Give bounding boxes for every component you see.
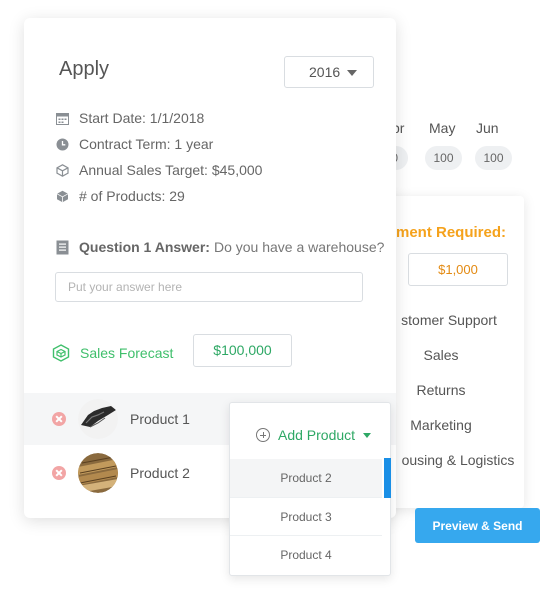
month-value-jun: 100 <box>475 146 512 170</box>
info-start-date: Start Date: 1/1/2018 <box>56 110 204 126</box>
dropdown-option-product-4[interactable]: Product 4 <box>230 535 382 573</box>
cube-outline-icon <box>56 163 69 177</box>
chevron-down-icon <box>347 70 357 76</box>
product-thumbnail <box>78 399 118 439</box>
sales-forecast-label-row: Sales Forecast <box>52 344 173 362</box>
product-name: Product 1 <box>130 411 190 427</box>
year-select-value: 2016 <box>309 64 341 80</box>
preview-send-button[interactable]: Preview & Send <box>415 508 540 543</box>
box-icon <box>56 190 69 202</box>
products-count-text: # of Products: 29 <box>79 188 185 204</box>
clock-icon <box>56 138 69 150</box>
dropdown-option-product-3[interactable]: Product 3 <box>230 497 382 535</box>
sales-forecast-value-field[interactable]: $100,000 <box>193 334 292 367</box>
payment-amount-field[interactable]: $1,000 <box>408 253 508 286</box>
dropdown-scrollbar[interactable] <box>384 458 391 498</box>
page-title: Apply <box>59 58 110 80</box>
dropdown-option-product-2[interactable]: Product 2 <box>230 459 382 497</box>
remove-icon[interactable] <box>52 412 66 426</box>
payment-required-label: ment Required: <box>396 224 507 241</box>
plus-circle-icon <box>256 428 270 442</box>
sales-forecast-label: Sales Forecast <box>80 345 174 361</box>
month-header-jun: Jun <box>476 120 499 136</box>
answer-input[interactable] <box>55 272 363 302</box>
year-select[interactable]: 2016 <box>284 56 374 88</box>
add-product-label: Add Product <box>278 427 356 443</box>
product-thumbnail <box>78 453 118 493</box>
start-date-text: Start Date: 1/1/2018 <box>79 110 205 126</box>
question-text: Do you have a warehouse? <box>213 239 385 255</box>
forecast-cube-icon <box>52 344 70 362</box>
question-row: Question 1 Answer: Do you have a warehou… <box>56 239 384 255</box>
question-label: Question 1 Answer: <box>79 239 210 255</box>
sales-target-text: Annual Sales Target: $45,000 <box>79 162 263 178</box>
contract-term-text: Contract Term: 1 year <box>79 136 214 152</box>
calendar-icon <box>56 112 69 125</box>
remove-icon[interactable] <box>52 466 66 480</box>
info-sales-target: Annual Sales Target: $45,000 <box>56 162 262 178</box>
caret-down-icon <box>363 432 372 438</box>
month-value-may: 100 <box>425 146 462 170</box>
info-contract-term: Contract Term: 1 year <box>56 136 213 152</box>
add-product-dropdown: Add Product Product 2 Product 3 Product … <box>229 402 391 576</box>
add-product-button[interactable]: Add Product <box>256 427 372 443</box>
info-products-count: # of Products: 29 <box>56 188 185 204</box>
document-icon <box>56 240 69 254</box>
month-header-may: May <box>429 120 456 136</box>
product-name: Product 2 <box>130 465 190 481</box>
